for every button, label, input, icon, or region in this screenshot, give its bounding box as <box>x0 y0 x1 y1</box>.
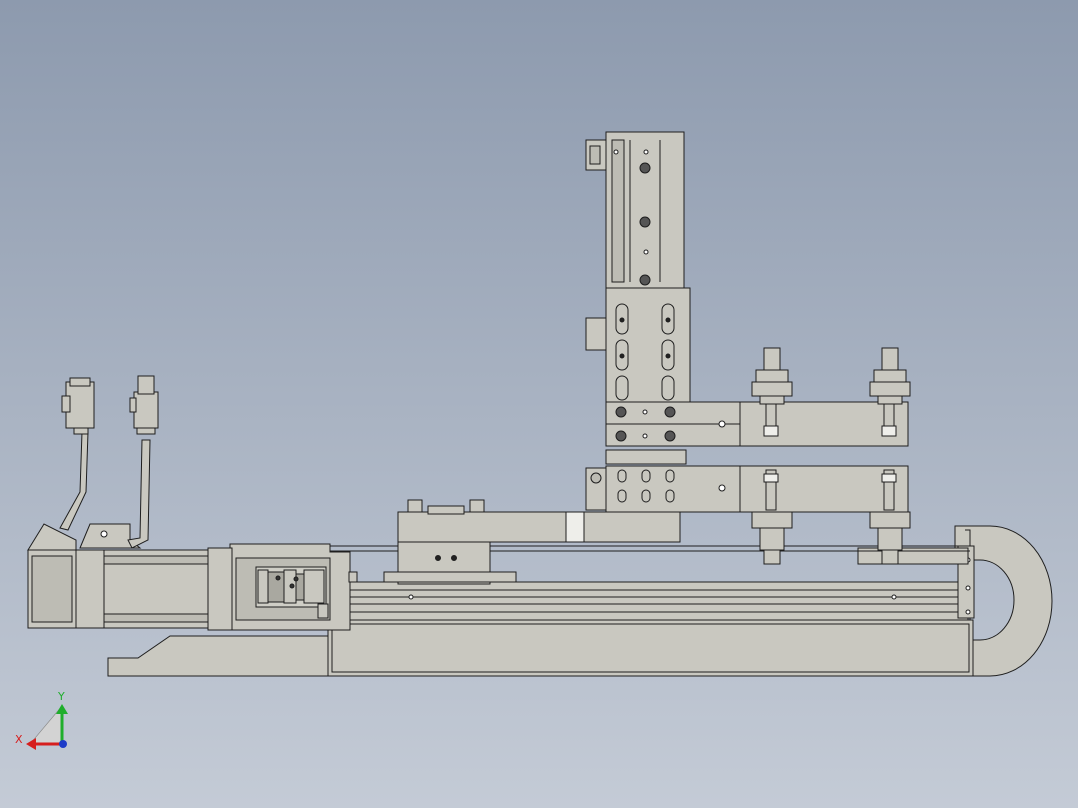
triad-base-shape <box>29 705 63 745</box>
x-axis-arrowhead <box>26 738 36 750</box>
y-axis-label: Y <box>57 690 65 703</box>
x-axis-label: X <box>15 733 23 746</box>
y-axis-arrowhead <box>56 704 68 714</box>
z-axis-dot <box>59 740 67 748</box>
cad-viewport[interactable]: Y X <box>0 0 1078 808</box>
orientation-triad: Y X <box>15 690 68 750</box>
